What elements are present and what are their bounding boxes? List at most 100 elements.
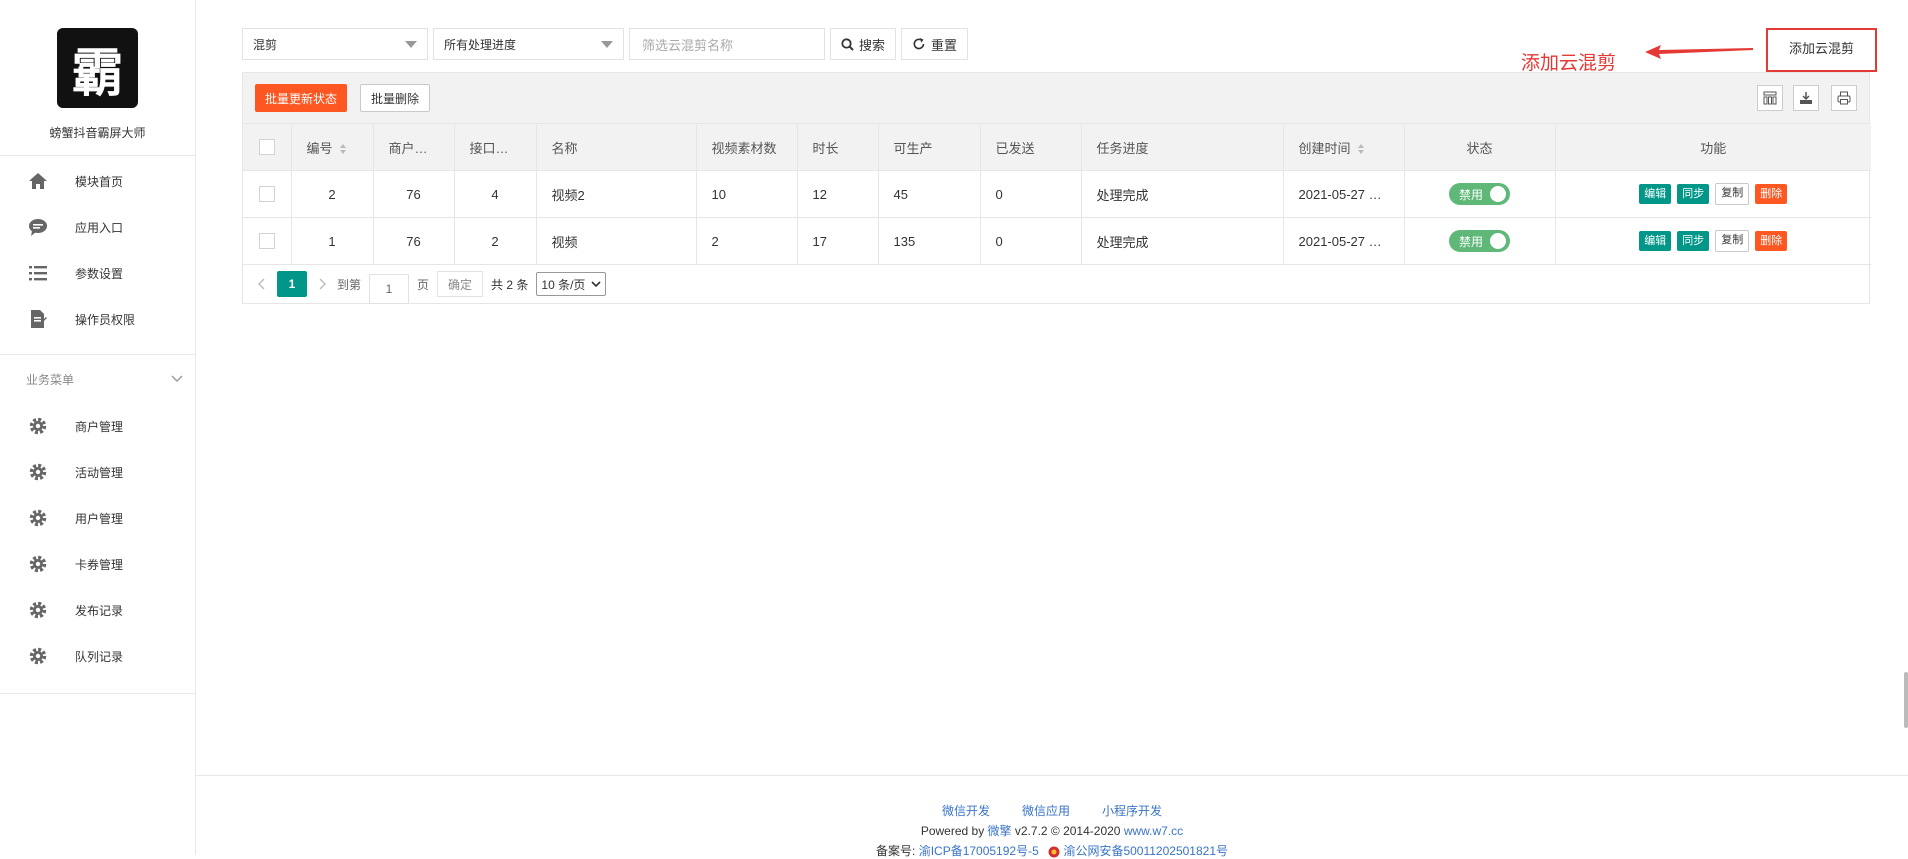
- copy-button[interactable]: 复制: [1715, 183, 1750, 205]
- delete-button[interactable]: 删除: [1755, 231, 1788, 251]
- table-toolbar: 批量更新状态 批量删除: [243, 73, 1869, 124]
- cell-sent: 0: [980, 217, 1082, 265]
- status-toggle[interactable]: 禁用: [1449, 230, 1510, 252]
- footer-link-wechat-dev[interactable]: 微信开发: [942, 802, 990, 819]
- menu-group-label: 业务菜单: [26, 372, 75, 387]
- scrollbar-thumb[interactable]: [1904, 672, 1908, 728]
- filter-bar: 混剪 所有处理进度 筛选云混剪名称 搜索 重置: [242, 28, 969, 60]
- column-header-merchant: 商户…: [373, 124, 455, 171]
- column-header-name: 名称: [536, 124, 697, 171]
- page-size-value: 10 条/页: [541, 277, 586, 292]
- goto-label: 到第: [337, 277, 362, 292]
- menu-group-toggle[interactable]: 业务菜单: [0, 355, 195, 403]
- footer: 微信开发 微信应用 小程序开发 Powered by 微擎 v2.7.2 © 2…: [196, 775, 1908, 859]
- progress-select[interactable]: 所有处理进度: [433, 28, 624, 60]
- batch-delete-button[interactable]: 批量删除: [360, 84, 431, 112]
- sidebar-item-merchants[interactable]: 商户管理: [0, 403, 195, 449]
- select-all-checkbox-cell[interactable]: [243, 124, 292, 171]
- status-toggle[interactable]: 禁用: [1449, 183, 1510, 205]
- cell-materials: 2: [696, 217, 798, 265]
- page-size-select[interactable]: 10 条/页: [536, 272, 607, 296]
- sidebar-item-home[interactable]: 模块首页: [0, 158, 195, 204]
- reset-button[interactable]: 重置: [901, 28, 969, 60]
- cell-id: 1: [291, 217, 374, 265]
- cell-producible: 135: [878, 217, 981, 265]
- page-suffix: 页: [417, 277, 430, 292]
- column-filter-icon[interactable]: [1757, 85, 1783, 111]
- powered-site-link[interactable]: www.w7.cc: [1124, 824, 1183, 838]
- row-checkbox[interactable]: [258, 233, 275, 250]
- select-all-checkbox[interactable]: [258, 139, 275, 156]
- search-button[interactable]: 搜索: [830, 28, 897, 60]
- cell-status: 禁用: [1404, 170, 1556, 218]
- icp-link[interactable]: 渝ICP备17005192号-5: [919, 844, 1039, 858]
- add-cloud-remix-button[interactable]: 添加云混剪: [1766, 28, 1877, 72]
- footer-links: 微信开发 微信应用 小程序开发: [196, 802, 1908, 819]
- next-page-icon[interactable]: [315, 277, 329, 291]
- page-1-button[interactable]: 1: [277, 271, 307, 297]
- sidebar-item-coupons[interactable]: 卡券管理: [0, 541, 195, 587]
- sync-button[interactable]: 同步: [1677, 231, 1710, 251]
- icp-label: 备案号:: [876, 844, 916, 858]
- sort-icon[interactable]: [339, 143, 347, 155]
- sidebar-item-publish-log[interactable]: 发布记录: [0, 587, 195, 633]
- chevron-down-icon: [171, 372, 183, 386]
- toggle-knob: [1490, 233, 1506, 249]
- copy-button[interactable]: 复制: [1715, 230, 1750, 252]
- cell-progress: 处理完成: [1081, 217, 1284, 265]
- column-header-actions: 功能: [1555, 124, 1871, 171]
- cell-id: 2: [291, 170, 374, 218]
- footer-link-wechat-app[interactable]: 微信应用: [1022, 802, 1070, 819]
- sidebar-item-app-entry[interactable]: 应用入口: [0, 204, 195, 250]
- caret-down-icon: [601, 40, 613, 48]
- row-checkbox-cell[interactable]: [243, 217, 292, 265]
- print-icon[interactable]: [1831, 85, 1857, 111]
- sidebar-item-operator-perms[interactable]: 操作员权限: [0, 296, 195, 342]
- edit-button[interactable]: 编辑: [1639, 184, 1672, 204]
- goto-confirm-button[interactable]: 确定: [437, 271, 484, 297]
- sidebar-item-label: 队列记录: [75, 649, 124, 664]
- sidebar-item-users[interactable]: 用户管理: [0, 495, 195, 541]
- row-checkbox-cell[interactable]: [243, 170, 292, 218]
- sidebar-item-label: 活动管理: [75, 465, 124, 480]
- sidebar-item-queue-log[interactable]: 队列记录: [0, 633, 195, 679]
- home-icon: [27, 170, 49, 192]
- cell-name: 视频2: [536, 170, 697, 218]
- gear-icon: [27, 461, 49, 483]
- goto-page-input[interactable]: 1: [369, 274, 410, 304]
- annotation-arrow-icon: [1645, 45, 1753, 59]
- delete-button[interactable]: 删除: [1755, 184, 1788, 204]
- reset-button-label: 重置: [931, 37, 958, 53]
- police-record-link[interactable]: 渝公网安备50011202501821号: [1063, 844, 1228, 858]
- export-icon[interactable]: [1793, 85, 1819, 111]
- sidebar-item-params[interactable]: 参数设置: [0, 250, 195, 296]
- police-badge-icon: [1048, 846, 1060, 858]
- name-search-input[interactable]: 筛选云混剪名称: [629, 28, 825, 60]
- sync-button[interactable]: 同步: [1677, 184, 1710, 204]
- total-count: 共 2 条: [491, 277, 529, 292]
- cell-api: 2: [454, 217, 537, 265]
- sidebar-item-activities[interactable]: 活动管理: [0, 449, 195, 495]
- batch-update-status-button[interactable]: 批量更新状态: [255, 84, 348, 112]
- sort-icon[interactable]: [1357, 143, 1365, 155]
- prev-page-icon[interactable]: [255, 277, 269, 291]
- column-header-status: 状态: [1404, 124, 1556, 171]
- chat-icon: [27, 216, 49, 238]
- cell-materials: 10: [696, 170, 798, 218]
- column-header-id[interactable]: 编号: [291, 124, 374, 171]
- sidebar-item-label: 参数设置: [75, 266, 124, 281]
- cell-producible: 45: [878, 170, 981, 218]
- toggle-knob: [1490, 186, 1506, 202]
- type-select[interactable]: 混剪: [242, 28, 428, 60]
- cell-created: 2021-05-27 …: [1283, 170, 1405, 218]
- column-header-created[interactable]: 创建时间: [1283, 124, 1405, 171]
- column-header-api: 接口…: [454, 124, 537, 171]
- chevron-down-icon: [591, 280, 601, 287]
- document-edit-icon: [27, 308, 49, 330]
- app-logo[interactable]: 霸: [57, 28, 138, 108]
- icp-line: 备案号: 渝ICP备17005192号-5 渝公网安备5001120250182…: [196, 842, 1908, 859]
- row-checkbox[interactable]: [258, 186, 275, 203]
- footer-link-miniprogram[interactable]: 小程序开发: [1102, 802, 1162, 819]
- powered-brand-link[interactable]: 微擎: [988, 824, 1012, 838]
- edit-button[interactable]: 编辑: [1639, 231, 1672, 251]
